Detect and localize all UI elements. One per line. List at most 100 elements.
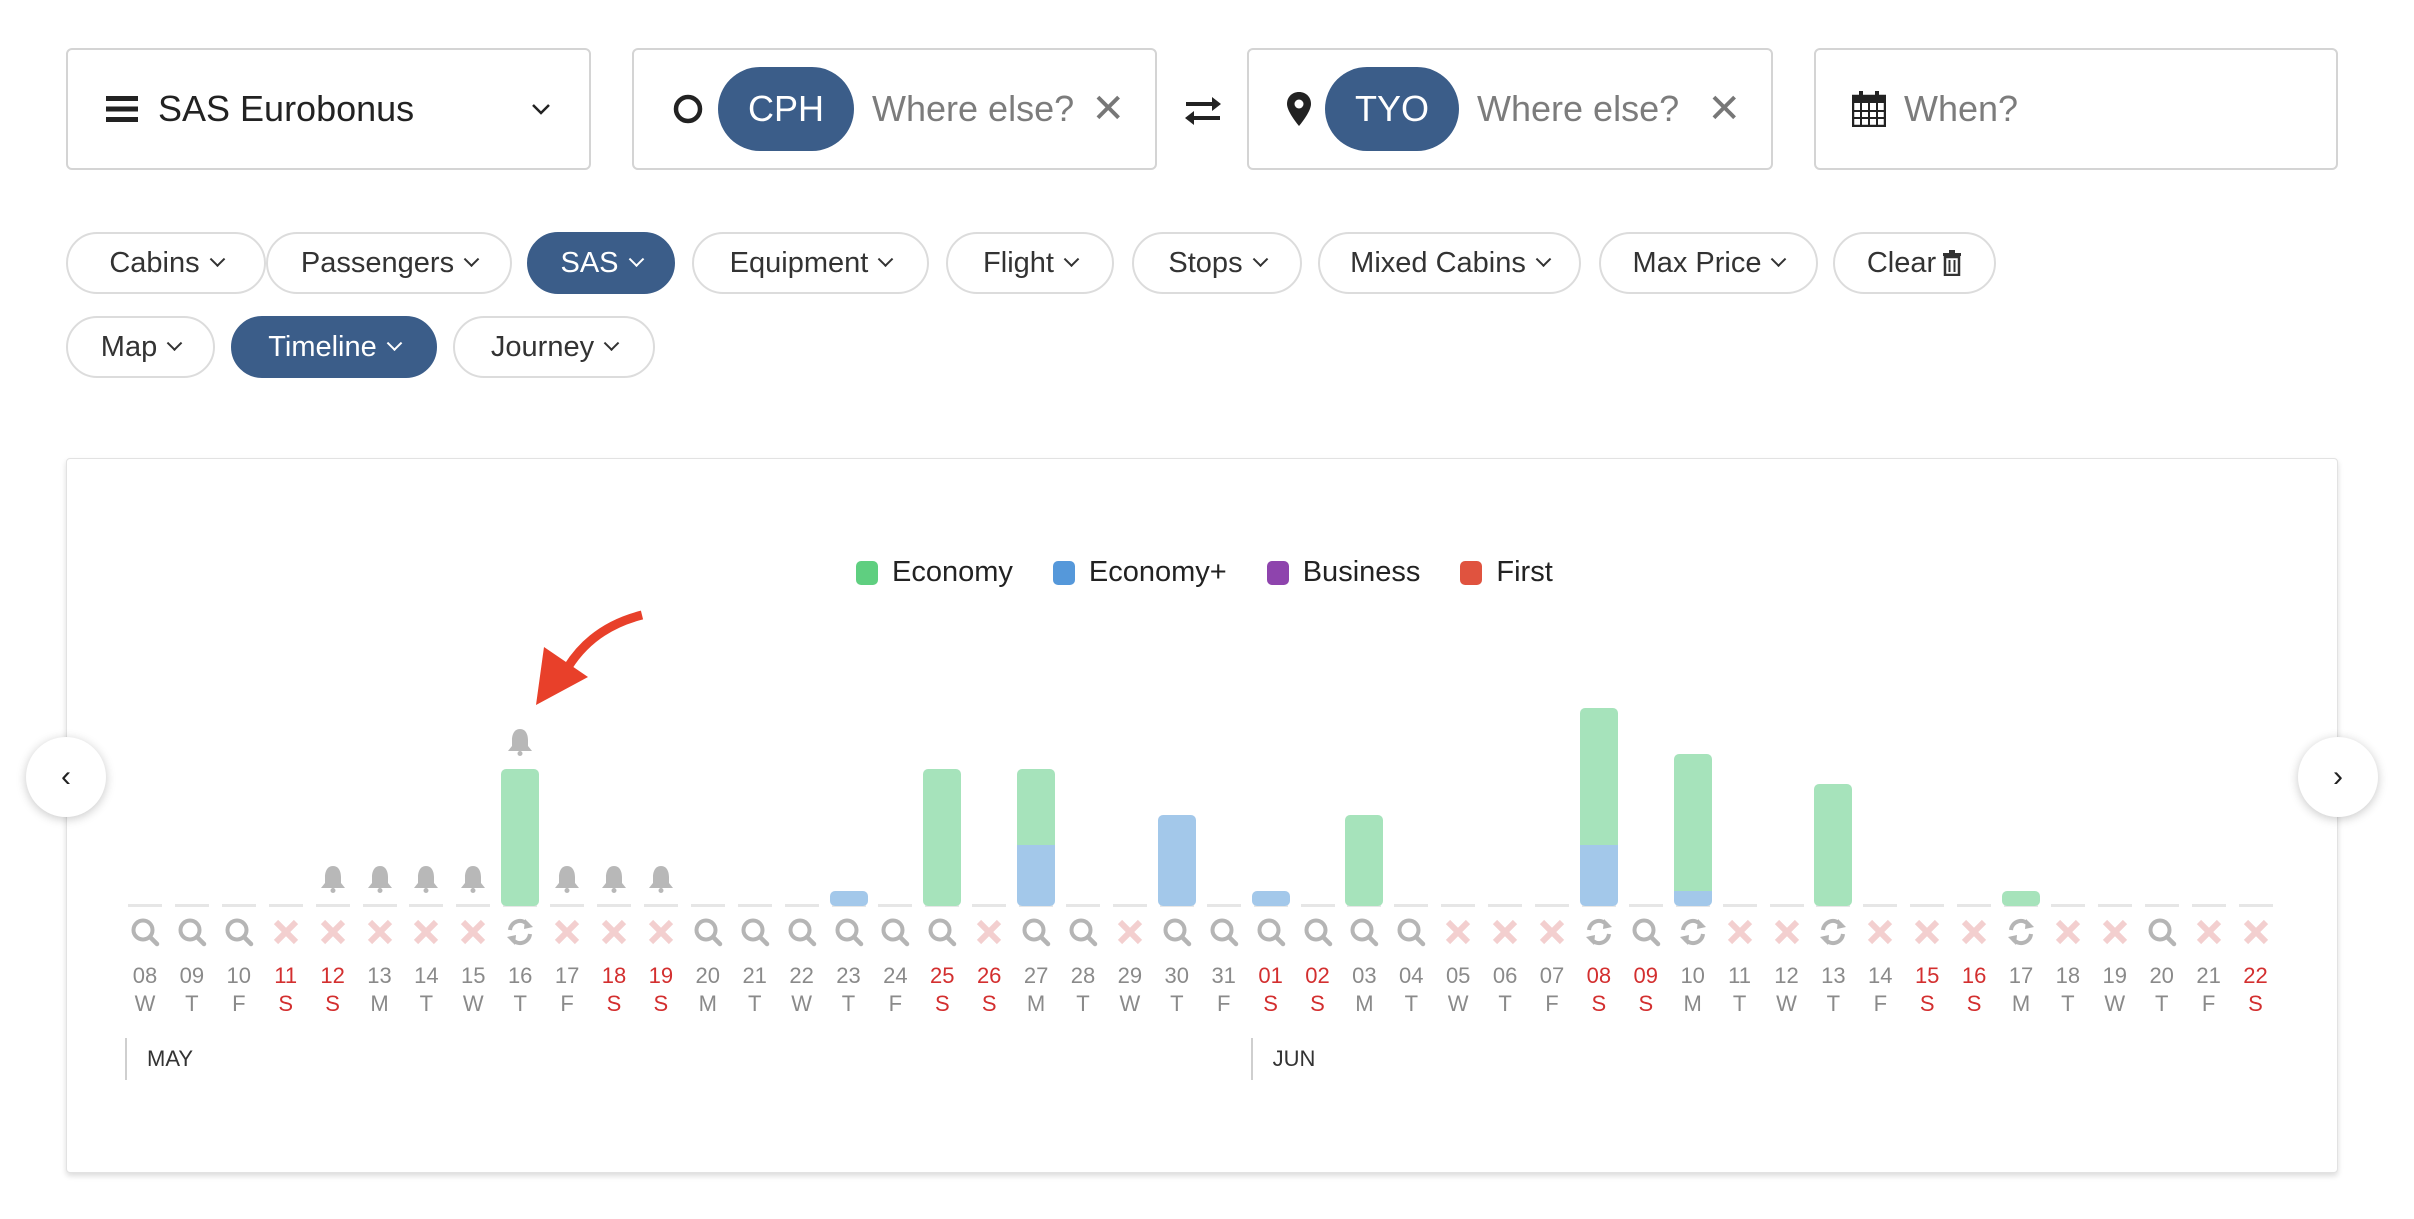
view-journey-button[interactable]: Journey: [453, 316, 655, 378]
unavailable-x-icon[interactable]: [2100, 917, 2130, 947]
date-field[interactable]: When?: [1814, 48, 2338, 170]
date-input[interactable]: When?: [1904, 88, 2306, 130]
unavailable-x-icon[interactable]: [1115, 917, 1145, 947]
date-number: 24: [883, 963, 908, 988]
filter-mixed-cabins-button[interactable]: Mixed Cabins: [1318, 232, 1581, 294]
clear-destination-icon[interactable]: ✕: [1707, 89, 1741, 129]
availability-bar[interactable]: [501, 769, 540, 906]
destination-field[interactable]: TYO Where else? ✕: [1247, 48, 1773, 170]
legend-first[interactable]: First: [1460, 556, 1553, 589]
unavailable-x-icon[interactable]: [318, 917, 348, 947]
unavailable-x-icon[interactable]: [458, 917, 488, 947]
availability-bar[interactable]: [1251, 890, 1290, 906]
origin-input[interactable]: Where else?: [872, 88, 1091, 130]
view-timeline-button[interactable]: Timeline: [231, 316, 437, 378]
filter-max-price-button[interactable]: Max Price: [1599, 232, 1818, 294]
alert-bell-icon[interactable]: [365, 864, 395, 894]
legend-business[interactable]: Business: [1266, 556, 1420, 589]
search-icon[interactable]: [1396, 917, 1426, 947]
search-icon[interactable]: [1349, 917, 1379, 947]
search-icon[interactable]: [927, 917, 957, 947]
filter-cabins-button[interactable]: Cabins: [66, 232, 266, 294]
filter-stops-button[interactable]: Stops: [1132, 232, 1302, 294]
search-icon[interactable]: [787, 917, 817, 947]
availability-bar[interactable]: [1673, 754, 1712, 906]
view-map-button[interactable]: Map: [66, 316, 215, 378]
legend-economy[interactable]: Economy: [856, 556, 1013, 589]
search-icon[interactable]: [177, 917, 207, 947]
unavailable-x-icon[interactable]: [1865, 917, 1895, 947]
unavailable-x-icon[interactable]: [1772, 917, 1802, 947]
filter-passengers-button[interactable]: Passengers: [266, 232, 512, 294]
alert-bell-icon[interactable]: [505, 727, 535, 757]
unavailable-x-icon[interactable]: [552, 917, 582, 947]
unavailable-x-icon[interactable]: [1443, 917, 1473, 947]
unavailable-x-icon[interactable]: [271, 917, 301, 947]
availability-bar[interactable]: [923, 769, 962, 906]
origin-airport-chip[interactable]: CPH: [718, 67, 855, 151]
unavailable-x-icon[interactable]: [599, 917, 629, 947]
search-icon[interactable]: [1162, 917, 1192, 947]
search-icon[interactable]: [130, 917, 160, 947]
refresh-icon[interactable]: [505, 917, 535, 947]
availability-bar[interactable]: [1017, 769, 1056, 906]
unavailable-x-icon[interactable]: [2241, 917, 2271, 947]
unavailable-x-icon[interactable]: [1912, 917, 1942, 947]
availability-bar[interactable]: [1814, 784, 1853, 906]
unavailable-x-icon[interactable]: [411, 917, 441, 947]
availability-bar[interactable]: [1345, 814, 1384, 906]
search-icon[interactable]: [224, 917, 254, 947]
unavailable-x-icon[interactable]: [1959, 917, 1989, 947]
search-icon[interactable]: [1021, 917, 1051, 947]
search-icon[interactable]: [2147, 917, 2177, 947]
filter-equipment-button[interactable]: Equipment: [692, 232, 929, 294]
swap-icon[interactable]: [1184, 96, 1222, 126]
availability-bar[interactable]: [1579, 708, 1618, 906]
unavailable-x-icon[interactable]: [974, 917, 1004, 947]
refresh-icon[interactable]: [2006, 917, 2036, 947]
search-icon[interactable]: [1256, 917, 1286, 947]
legend-economy-plus[interactable]: Economy+: [1052, 556, 1227, 589]
refresh-icon[interactable]: [1584, 917, 1614, 947]
alert-bell-icon[interactable]: [646, 864, 676, 894]
alert-bell-icon[interactable]: [599, 864, 629, 894]
origin-field[interactable]: CPH Where else? ✕: [632, 48, 1157, 170]
clear-origin-icon[interactable]: ✕: [1091, 89, 1125, 129]
alert-bell-icon[interactable]: [458, 864, 488, 894]
search-icon[interactable]: [1209, 917, 1239, 947]
unavailable-x-icon[interactable]: [646, 917, 676, 947]
search-icon[interactable]: [1068, 917, 1098, 947]
search-icon[interactable]: [740, 917, 770, 947]
date-number: 18: [601, 963, 627, 988]
unavailable-x-icon[interactable]: [1490, 917, 1520, 947]
search-icon[interactable]: [834, 917, 864, 947]
unavailable-x-icon[interactable]: [2053, 917, 2083, 947]
availability-bar[interactable]: [829, 890, 868, 906]
availability-bar[interactable]: [2002, 890, 2040, 906]
alert-bell-icon[interactable]: [552, 864, 582, 894]
alert-bell-icon[interactable]: [411, 864, 441, 894]
prev-button[interactable]: ‹: [26, 737, 106, 817]
destination-input[interactable]: Where else?: [1477, 88, 1707, 130]
unavailable-x-icon[interactable]: [1725, 917, 1755, 947]
weekday-letter: W: [462, 991, 484, 1016]
search-icon[interactable]: [1303, 917, 1333, 947]
filter-sas-button[interactable]: SAS: [527, 232, 675, 294]
refresh-icon[interactable]: [1678, 917, 1708, 947]
search-icon[interactable]: [693, 917, 723, 947]
unavailable-x-icon[interactable]: [2194, 917, 2224, 947]
alert-bell-icon[interactable]: [318, 864, 348, 894]
unavailable-x-icon[interactable]: [365, 917, 395, 947]
weekday-letter: T: [419, 991, 434, 1016]
unavailable-x-icon[interactable]: [1537, 917, 1567, 947]
search-icon[interactable]: [1631, 917, 1661, 947]
availability-bar[interactable]: [1157, 814, 1196, 906]
filter-flight-button[interactable]: Flight: [946, 232, 1114, 294]
program-select[interactable]: SAS Eurobonus: [66, 48, 591, 170]
search-icon[interactable]: [880, 917, 910, 947]
destination-airport-chip[interactable]: TYO: [1325, 67, 1460, 151]
next-button[interactable]: ›: [2298, 737, 2378, 817]
refresh-icon[interactable]: [1818, 917, 1848, 947]
chevron-left-icon: ‹: [61, 760, 71, 793]
clear-filters-button[interactable]: Clear: [1833, 232, 1996, 294]
